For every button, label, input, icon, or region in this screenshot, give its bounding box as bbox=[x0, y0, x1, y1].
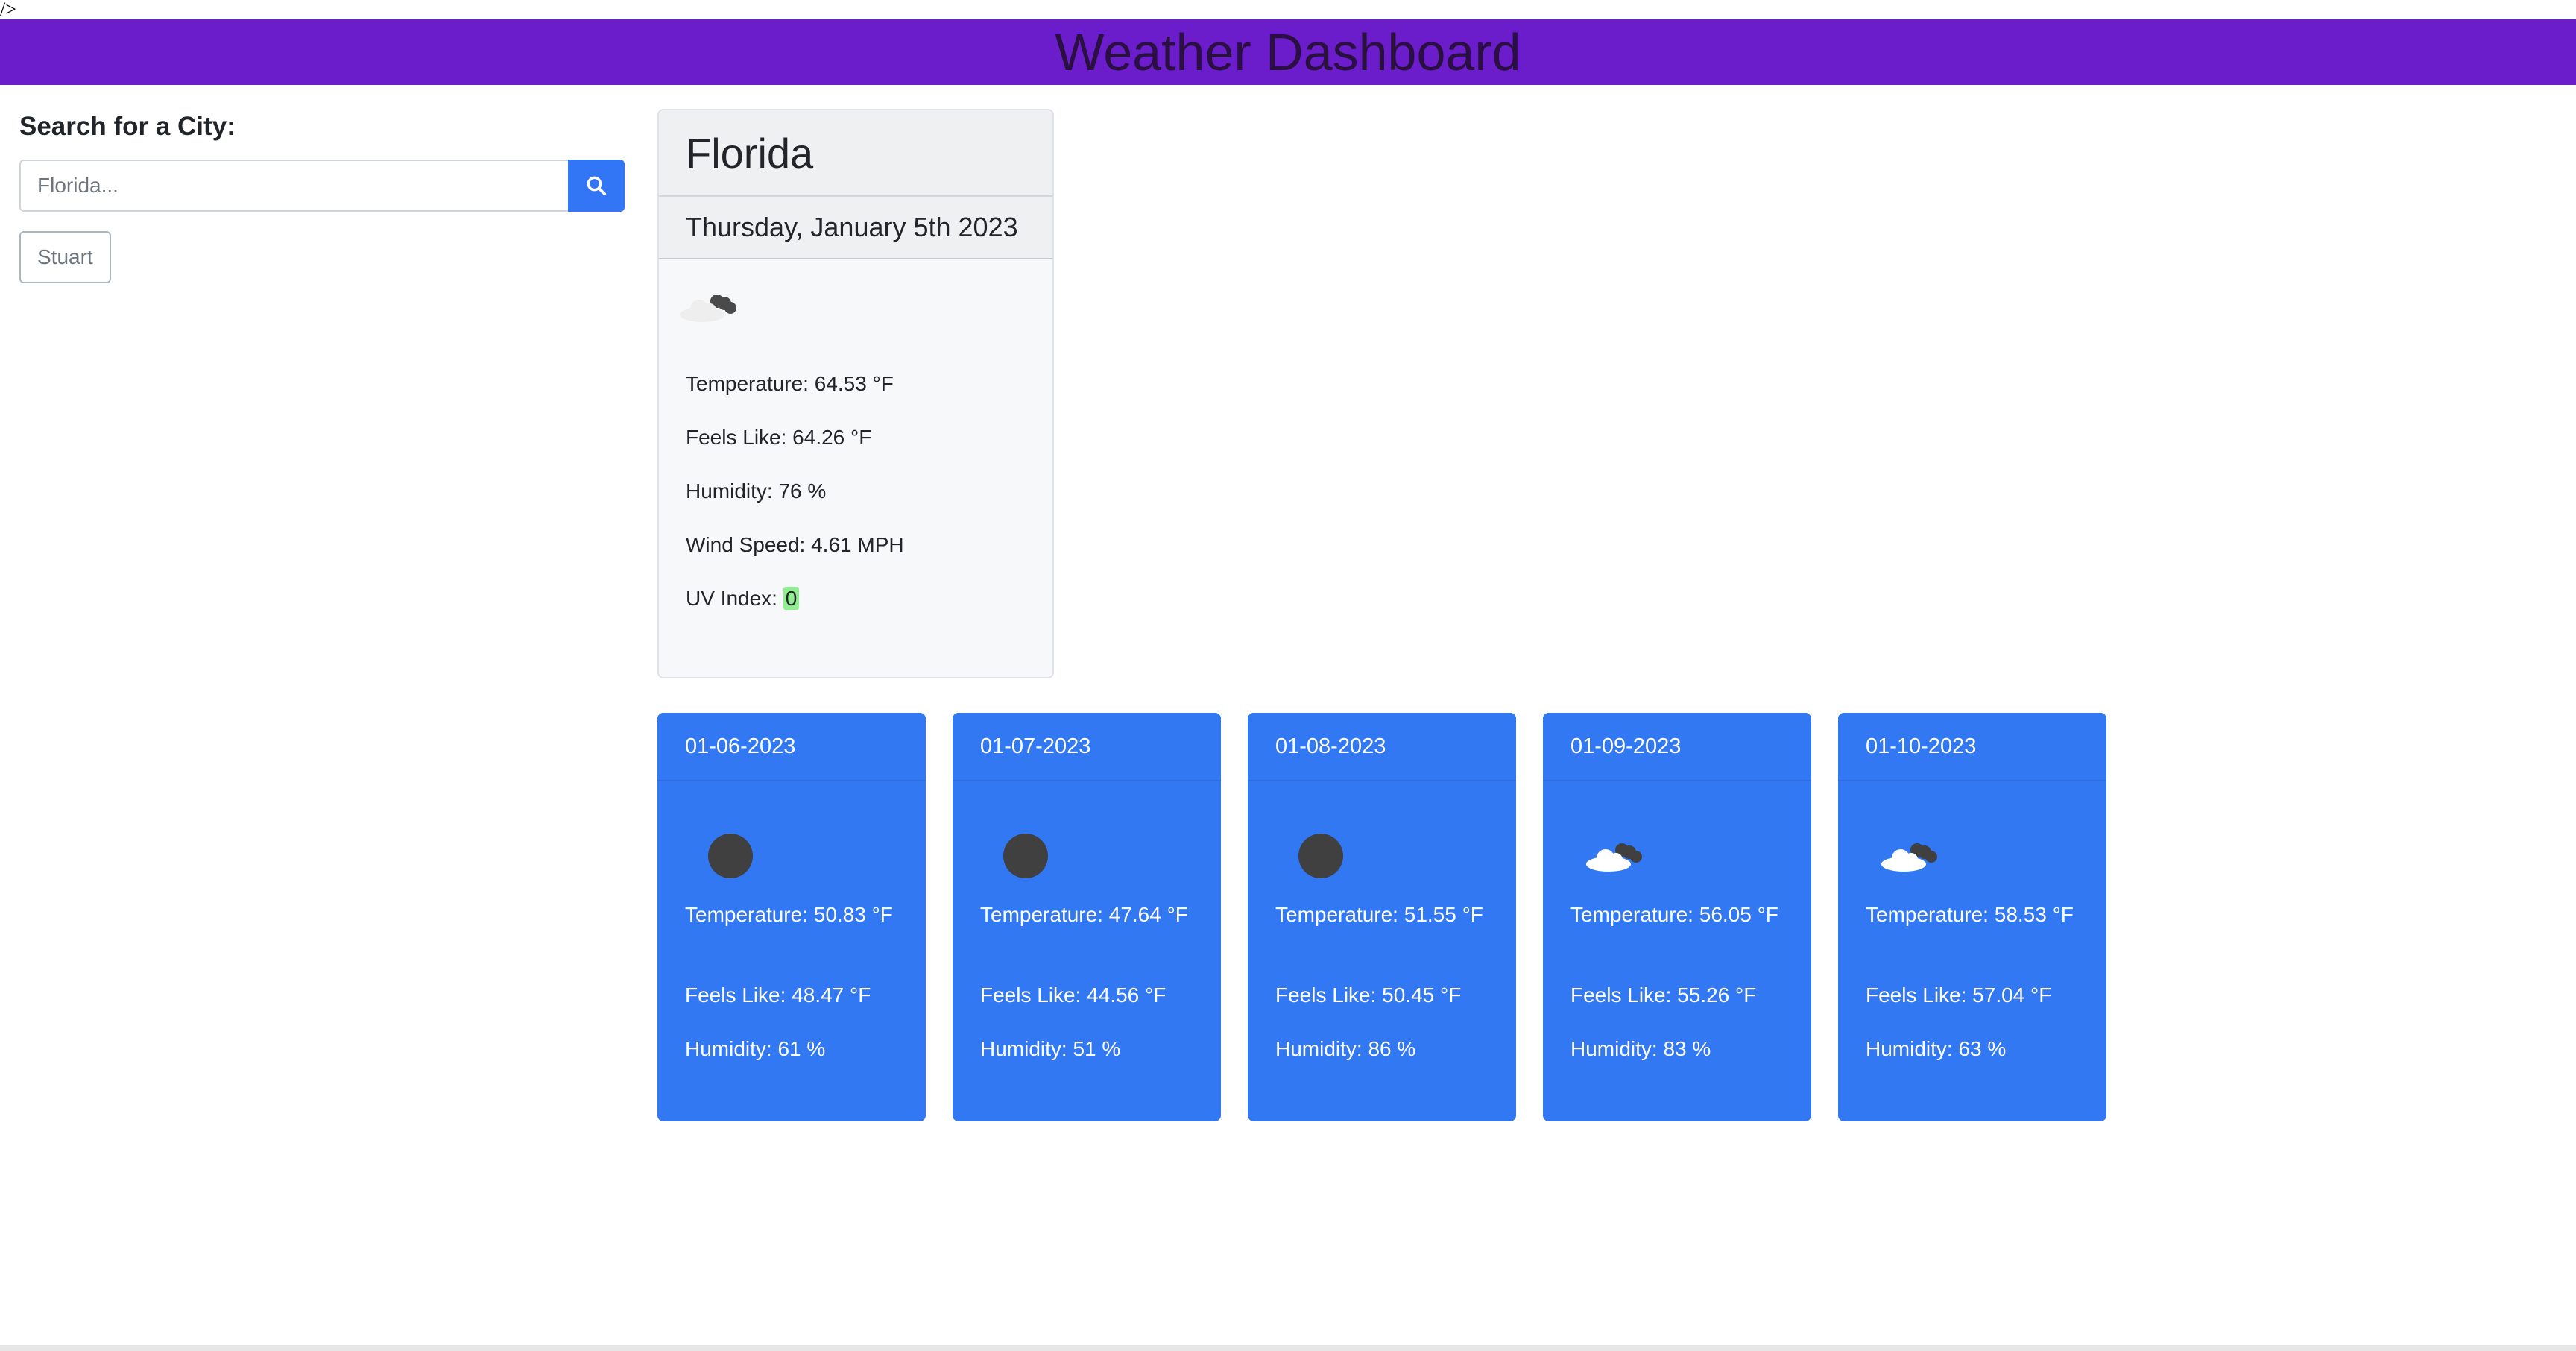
forecast-temperature: Temperature: 56.05 °F bbox=[1570, 903, 1778, 926]
clear-night-icon bbox=[1003, 834, 1048, 878]
forecast-row: 01-06-2023 Temperature: 50.83 °F Feels L… bbox=[657, 713, 2106, 1121]
forecast-date: 01-09-2023 bbox=[1543, 713, 1811, 781]
page-header: Weather Dashboard bbox=[0, 19, 2576, 85]
forecast-card: 01-07-2023 Temperature: 47.64 °F Feels L… bbox=[953, 713, 1221, 1121]
search-icon bbox=[587, 176, 607, 196]
forecast-card: 01-06-2023 Temperature: 50.83 °F Feels L… bbox=[657, 713, 926, 1121]
current-uv-index: UV Index: 0 bbox=[686, 586, 904, 640]
forecast-stats: Temperature: 56.05 °F Feels Like: 55.26 … bbox=[1570, 899, 1794, 1062]
forecast-stats: Temperature: 47.64 °F Feels Like: 44.56 … bbox=[980, 899, 1204, 1062]
forecast-temperature: Temperature: 47.64 °F bbox=[980, 903, 1188, 926]
city-search-input[interactable] bbox=[19, 160, 568, 212]
broken-clouds-icon bbox=[680, 295, 736, 322]
forecast-date: 01-10-2023 bbox=[1838, 713, 2106, 781]
current-wind-speed: Wind Speed: 4.61 MPH bbox=[686, 533, 904, 556]
current-city-name: Florida bbox=[659, 110, 1052, 197]
forecast-card: 01-09-2023 Temperature: 56.05 °F Feels L… bbox=[1543, 713, 1811, 1121]
forecast-stats: Temperature: 51.55 °F Feels Like: 50.45 … bbox=[1275, 899, 1499, 1062]
forecast-stats: Temperature: 50.83 °F Feels Like: 48.47 … bbox=[685, 899, 909, 1062]
forecast-humidity: Humidity: 51 % bbox=[980, 1037, 1121, 1060]
broken-clouds-icon bbox=[1586, 843, 1642, 872]
page-bottom-divider bbox=[0, 1345, 2576, 1351]
uv-label: UV Index: bbox=[686, 587, 783, 610]
forecast-stats: Temperature: 58.53 °F Feels Like: 57.04 … bbox=[1866, 899, 2089, 1062]
forecast-humidity: Humidity: 83 % bbox=[1570, 1037, 1711, 1060]
search-button[interactable] bbox=[568, 160, 625, 212]
forecast-temperature: Temperature: 58.53 °F bbox=[1866, 903, 2074, 926]
forecast-card: 01-10-2023 Temperature: 58.53 °F Feels L… bbox=[1838, 713, 2106, 1121]
page-title: Weather Dashboard bbox=[1055, 23, 1521, 81]
search-group bbox=[19, 160, 625, 212]
current-date: Thursday, January 5th 2023 bbox=[659, 197, 1052, 259]
forecast-date: 01-06-2023 bbox=[657, 713, 926, 781]
forecast-feels-like: Feels Like: 48.47 °F bbox=[685, 983, 871, 1007]
search-label: Search for a City: bbox=[19, 112, 236, 141]
current-stats: Temperature: 64.53 °F Feels Like: 64.26 … bbox=[686, 371, 904, 640]
current-weather-card: Florida Thursday, January 5th 2023 Tempe… bbox=[657, 109, 1054, 678]
forecast-card: 01-08-2023 Temperature: 51.55 °F Feels L… bbox=[1248, 713, 1516, 1121]
history-button-stuart[interactable]: Stuart bbox=[19, 231, 111, 283]
forecast-date: 01-08-2023 bbox=[1248, 713, 1516, 781]
forecast-feels-like: Feels Like: 57.04 °F bbox=[1866, 983, 2052, 1007]
forecast-humidity: Humidity: 63 % bbox=[1866, 1037, 2007, 1060]
forecast-feels-like: Feels Like: 44.56 °F bbox=[980, 983, 1167, 1007]
clear-night-icon bbox=[708, 834, 753, 878]
current-temperature: Temperature: 64.53 °F bbox=[686, 372, 894, 395]
forecast-humidity: Humidity: 86 % bbox=[1275, 1037, 1416, 1060]
forecast-humidity: Humidity: 61 % bbox=[685, 1037, 826, 1060]
broken-clouds-icon bbox=[1881, 843, 1937, 872]
current-feels-like: Feels Like: 64.26 °F bbox=[686, 426, 872, 449]
forecast-temperature: Temperature: 50.83 °F bbox=[685, 903, 893, 926]
forecast-date: 01-07-2023 bbox=[953, 713, 1221, 781]
forecast-temperature: Temperature: 51.55 °F bbox=[1275, 903, 1483, 926]
forecast-feels-like: Feels Like: 50.45 °F bbox=[1275, 983, 1462, 1007]
current-humidity: Humidity: 76 % bbox=[686, 479, 827, 503]
clear-night-icon bbox=[1298, 834, 1343, 878]
forecast-feels-like: Feels Like: 55.26 °F bbox=[1570, 983, 1757, 1007]
uv-badge: 0 bbox=[783, 587, 800, 610]
stray-markup-text: /> bbox=[0, 0, 16, 20]
